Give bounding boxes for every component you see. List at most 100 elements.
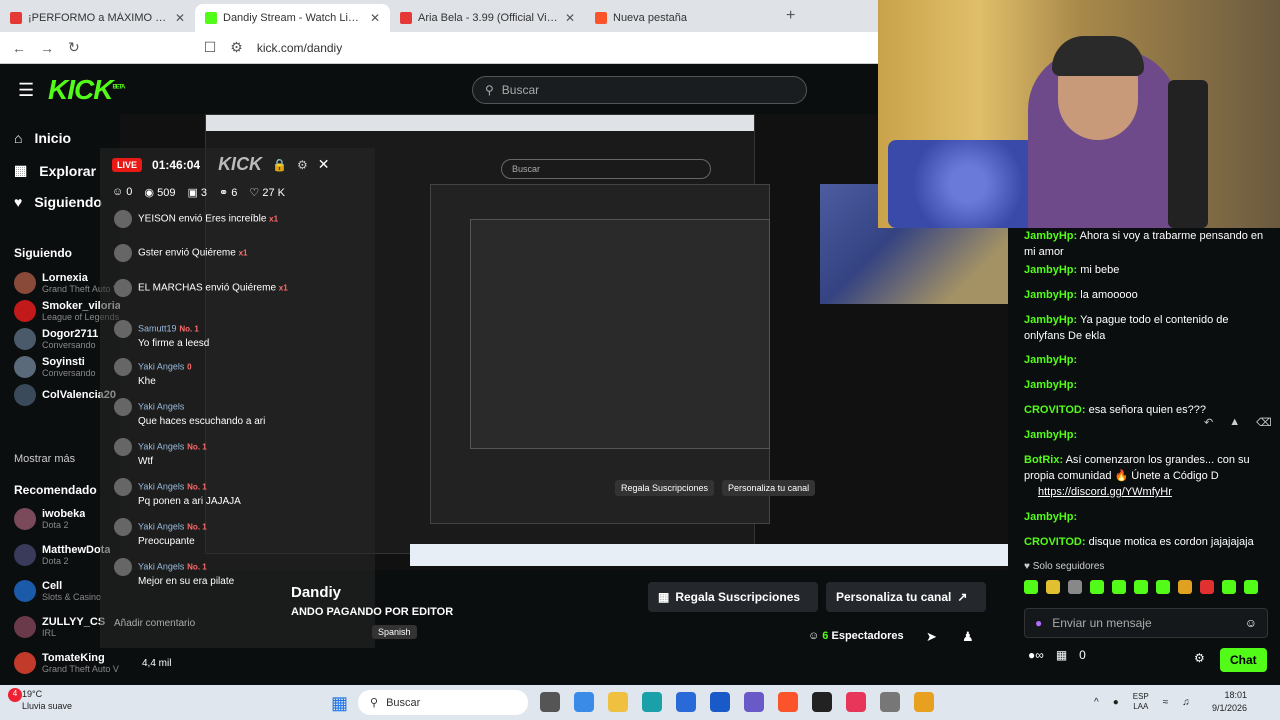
channel-name: Soyinsti (42, 356, 85, 368)
tab-title: ¡PERFORMO a MÁXIMO NIVEL! (28, 12, 169, 24)
close-tab-icon[interactable]: ✕ (565, 11, 575, 25)
nav-siguiendo[interactable]: ♥ Siguiendo (14, 194, 102, 210)
avatar (114, 398, 132, 416)
users-icon[interactable]: ●∞ (1028, 648, 1044, 662)
chat-panel: ↶ ▲ ⌫ ♥ Solo seguidores ● Enviar un mens… (1008, 228, 1280, 685)
language-indicator[interactable]: ESP LAA (1133, 692, 1149, 712)
close-tab-icon[interactable]: ✕ (370, 11, 380, 25)
chat-username[interactable]: JambyHp (1024, 230, 1074, 242)
gift-subs-button[interactable]: ▦ Regala Suscripciones (648, 582, 818, 612)
emote-icon[interactable] (1156, 580, 1170, 594)
search-input[interactable]: ⚲ Buscar (472, 76, 807, 104)
menu-icon[interactable]: ☰ (18, 80, 34, 101)
avatar (114, 244, 132, 262)
forward-icon[interactable]: → (40, 40, 54, 56)
emote-icon[interactable] (1134, 580, 1148, 594)
emote-icon[interactable] (1244, 580, 1258, 594)
tab-favicon-icon (400, 12, 412, 24)
chat-username[interactable]: BotRix (1024, 454, 1059, 466)
nav-inicio[interactable]: ⌂ Inicio (14, 130, 71, 146)
weather-widget[interactable]: 4 19°C Lluvia suave (8, 688, 73, 712)
chat-message: JambyHp: Ahora si voy a trabarme pensand… (1024, 230, 1264, 258)
avatar (114, 358, 132, 376)
browser-tab[interactable]: Nueva pestaña (585, 4, 780, 32)
clock[interactable]: 18:01 9/1/2026 (1212, 689, 1247, 715)
chat-input[interactable]: ● Enviar un mensaje ☺ (1024, 608, 1268, 638)
points-icon[interactable]: ▦ (1056, 648, 1067, 662)
site-info-icon[interactable]: ⚙ (230, 39, 243, 56)
chrome-icon[interactable] (914, 692, 934, 712)
emoji-icon[interactable]: ☺ (1245, 616, 1257, 630)
chat-username[interactable]: JambyHp (1024, 354, 1074, 366)
chat-username[interactable]: CROVITOD (1024, 536, 1082, 548)
copilot-icon[interactable] (574, 692, 594, 712)
follow-icon[interactable]: ♟ (962, 629, 974, 645)
emote-icon[interactable] (1024, 580, 1038, 594)
chat-username[interactable]: JambyHp (1024, 379, 1074, 391)
mic-tray-icon[interactable]: ● (1113, 697, 1119, 708)
message-user: Samutt19 (138, 323, 177, 334)
obs-icon[interactable] (812, 692, 832, 712)
emote-icon[interactable] (1046, 580, 1060, 594)
chat-username[interactable]: JambyHp (1024, 289, 1074, 301)
emote-icon[interactable] (1222, 580, 1236, 594)
chat-link[interactable]: https://discord.gg/YWmfyHr (1038, 486, 1172, 498)
settings-icon[interactable] (880, 692, 900, 712)
bookmark-icon[interactable]: ☐ (204, 39, 217, 56)
gear-icon: ⚙ (297, 157, 308, 172)
edge-icon[interactable] (642, 692, 662, 712)
emote-icon[interactable] (1200, 580, 1214, 594)
emote-icon[interactable] (1178, 580, 1192, 594)
avatar (14, 544, 36, 566)
close-tab-icon[interactable]: ✕ (175, 11, 185, 25)
windows-start-icon[interactable]: ▦ (331, 693, 348, 714)
chat-username[interactable]: JambyHp (1024, 511, 1074, 523)
url-text[interactable]: kick.com/dandiy (257, 41, 342, 55)
reload-icon[interactable]: ↻ (68, 39, 80, 56)
notification-badge: 4 (8, 688, 22, 702)
brave-icon[interactable] (778, 692, 798, 712)
browser-tab[interactable]: Dandiy Stream - Watch Live on Kick ✕ (195, 4, 390, 32)
chat-username[interactable]: CROVITOD (1024, 404, 1082, 416)
overlay-message: EL MARCHAS envió Quiéreme x1 (114, 279, 369, 297)
teams-icon[interactable] (744, 692, 764, 712)
share-icon[interactable]: ➤ (926, 629, 937, 645)
overlay-message: Yaki Angels No. 1 Pq ponen a ari JAJAJA (114, 478, 369, 507)
emote-icon[interactable] (1090, 580, 1104, 594)
message-badge: 0 (187, 362, 192, 372)
folder-icon[interactable] (608, 692, 628, 712)
tab-title: Aria Bela - 3.99 (Official Video) - YouT… (418, 12, 559, 24)
browser-tab[interactable]: ¡PERFORMO a MÁXIMO NIVEL! ✕ (0, 4, 195, 32)
chat-username[interactable]: JambyHp (1024, 429, 1074, 441)
language-tag[interactable]: Spanish (372, 625, 417, 639)
streamer-name[interactable]: Dandiy (291, 584, 341, 601)
chat-placeholder: Enviar un mensaje (1052, 616, 1152, 630)
sidebar-recommended-channel[interactable]: TomateKing Grand Theft Auto V 4,4 mil (14, 652, 171, 674)
browser-tab[interactable]: Aria Bela - 3.99 (Official Video) - YouT… (390, 4, 585, 32)
chat-username[interactable]: JambyHp (1024, 264, 1074, 276)
tiktok-icon[interactable] (846, 692, 866, 712)
new-tab-icon[interactable]: + (786, 7, 795, 25)
message-user: Yaki Angels (138, 361, 185, 372)
outlook-icon[interactable] (710, 692, 730, 712)
emote-icon[interactable] (1068, 580, 1082, 594)
channel-name: TomateKing (42, 652, 105, 664)
chevron-up-icon[interactable]: ^ (1094, 697, 1099, 708)
avatar (14, 328, 36, 350)
wifi-icon[interactable]: ≈ (1163, 697, 1169, 708)
file-icon[interactable] (540, 692, 560, 712)
store-icon[interactable] (676, 692, 696, 712)
chat-username[interactable]: JambyHp (1024, 314, 1074, 326)
taskbar-search[interactable]: ⚲ Buscar (358, 690, 528, 715)
channel-category: Conversando (42, 340, 96, 350)
nav-explorar[interactable]: ▦ Explorar (14, 162, 96, 179)
back-icon[interactable]: ← (12, 40, 26, 56)
chat-send-button[interactable]: Chat (1220, 648, 1267, 672)
weather-desc: Lluvia suave (22, 701, 73, 711)
emote-icon[interactable] (1112, 580, 1126, 594)
kick-logo[interactable]: KICKBETA (48, 74, 125, 106)
show-more-link[interactable]: Mostrar más (14, 453, 75, 465)
volume-icon[interactable]: ♫ (1182, 697, 1190, 708)
customize-channel-button[interactable]: Personaliza tu canal ↗ (826, 582, 986, 612)
chat-settings-icon[interactable]: ⚙ (1194, 651, 1205, 665)
